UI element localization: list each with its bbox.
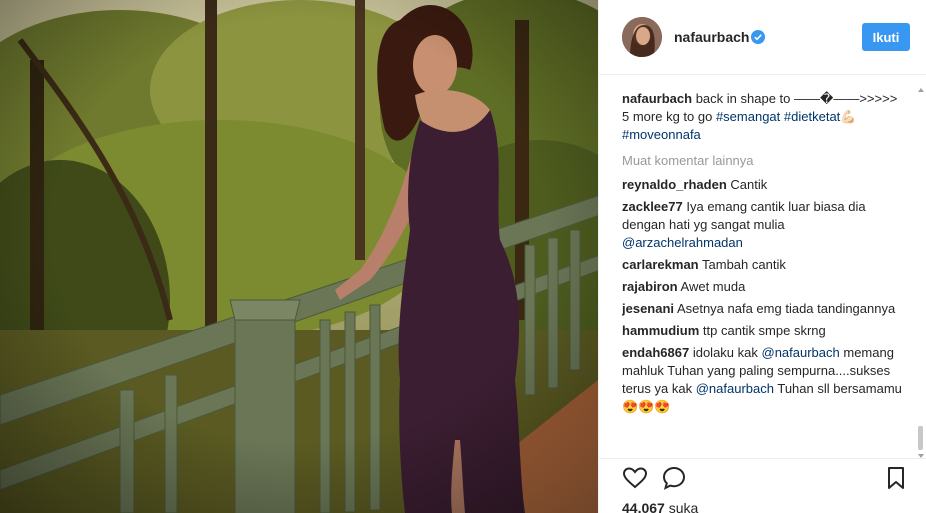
- follow-button[interactable]: Ikuti: [862, 23, 910, 51]
- comment-username-link[interactable]: rajabiron: [622, 279, 678, 294]
- photo-artwork: [0, 0, 598, 513]
- post-side-panel: nafaurbach Ikuti nafaurbach back in shap…: [598, 0, 926, 513]
- heart-icon[interactable]: [622, 465, 648, 491]
- mention-link[interactable]: @nafaurbach: [696, 381, 774, 396]
- avatar[interactable]: [622, 17, 662, 57]
- comment-username-link[interactable]: jesenani: [622, 301, 674, 316]
- comment-text: Cantik: [730, 177, 768, 192]
- scrollbar-thumb[interactable]: [918, 426, 923, 450]
- mention-link[interactable]: @nafaurbach: [762, 345, 840, 360]
- comment-text: idolaku kak: [692, 345, 758, 360]
- comment-bubble-icon[interactable]: [661, 465, 687, 491]
- comments-list[interactable]: nafaurbach back in shape to ——�——>>>>> 5…: [622, 90, 902, 456]
- bookmark-icon[interactable]: [883, 465, 909, 491]
- header-username-link[interactable]: nafaurbach: [674, 29, 749, 45]
- avatar-image: [622, 17, 662, 57]
- mention-link[interactable]: @arzachelrahmadan: [622, 235, 743, 250]
- comment-item: zacklee77 Iya emang cantik luar biasa di…: [622, 198, 902, 252]
- likes-count[interactable]: 44,067 suka: [622, 500, 698, 513]
- hashtag-link[interactable]: #dietketat: [784, 109, 840, 124]
- post-photo[interactable]: [0, 0, 598, 513]
- hashtag-link[interactable]: #moveonnafa: [622, 127, 701, 142]
- comment-text: ttp cantik smpe skrng: [702, 323, 826, 338]
- comment-item: rajabiron Awet muda: [622, 278, 902, 296]
- likes-number: 44,067: [622, 500, 665, 513]
- scroll-up-arrow-icon[interactable]: [918, 88, 924, 92]
- comment-username-link[interactable]: endah6867: [622, 345, 689, 360]
- caption-username-link[interactable]: nafaurbach: [622, 91, 692, 106]
- comment-username-link[interactable]: zacklee77: [622, 199, 683, 214]
- instagram-post-view: nafaurbach Ikuti nafaurbach back in shap…: [0, 0, 926, 513]
- comment-text: Tambah cantik: [702, 257, 786, 272]
- likes-label: suka: [668, 500, 699, 513]
- post-header: nafaurbach Ikuti: [599, 0, 926, 75]
- comment-item: endah6867 idolaku kak @nafaurbach memang…: [622, 344, 902, 416]
- comment-text: Awet muda: [680, 279, 746, 294]
- hashtag-link[interactable]: #semangat: [716, 109, 780, 124]
- comment-item: reynaldo_rhaden Cantik: [622, 176, 902, 194]
- caption: nafaurbach back in shape to ——�——>>>>> 5…: [622, 90, 902, 144]
- comment-username-link[interactable]: reynaldo_rhaden: [622, 177, 727, 192]
- load-more-comments-link[interactable]: Muat komentar lainnya: [622, 152, 902, 170]
- comments-scrollbar[interactable]: [918, 88, 924, 458]
- comment-item: carlarekman Tambah cantik: [622, 256, 902, 274]
- comment-username-link[interactable]: hammudium: [622, 323, 699, 338]
- comment-username-link[interactable]: carlarekman: [622, 257, 699, 272]
- post-actions-bar: 44,067 suka: [599, 458, 926, 513]
- comment-text: Asetnya nafa emg tiada tandingannya: [676, 301, 896, 316]
- flexed-arm-emoji: 💪🏻: [840, 109, 857, 124]
- comment-item: jesenani Asetnya nafa emg tiada tandinga…: [622, 300, 902, 318]
- comment-item: hammudium ttp cantik smpe skrng: [622, 322, 902, 340]
- verified-badge-icon: [751, 30, 765, 44]
